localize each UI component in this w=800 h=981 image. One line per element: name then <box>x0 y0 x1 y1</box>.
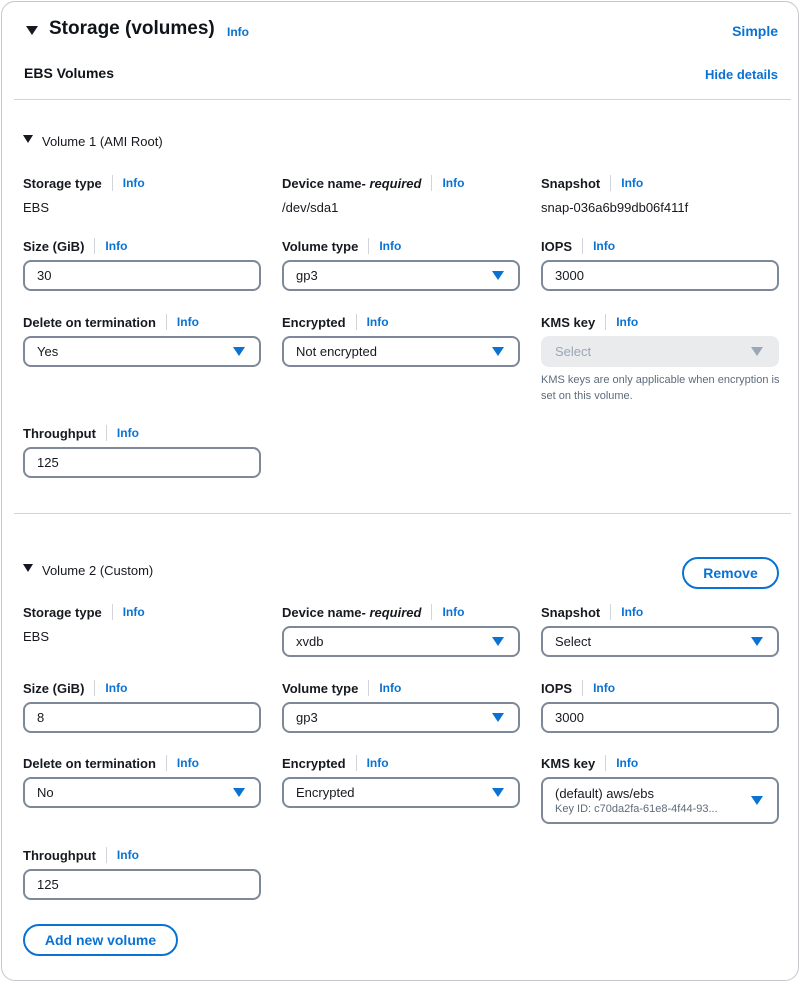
volume-type-select[interactable]: gp3 <box>282 260 520 291</box>
volume-1-caret-icon[interactable] <box>23 135 33 143</box>
throughput-info-link[interactable]: Info <box>117 848 139 862</box>
snapshot-select[interactable]: Select <box>541 626 779 657</box>
storage-type-value: EBS <box>23 629 50 644</box>
section-title: Storage (volumes) <box>49 18 215 39</box>
add-new-volume-button[interactable]: Add new volume <box>23 924 178 956</box>
dropdown-caret-icon <box>751 637 763 646</box>
hide-details-link[interactable]: Hide details <box>705 67 778 82</box>
delete-on-termination-info-link[interactable]: Info <box>177 315 199 329</box>
dropdown-caret-icon <box>233 347 245 356</box>
dropdown-caret-icon <box>492 788 504 797</box>
simple-view-link[interactable]: Simple <box>732 23 778 39</box>
kms-key-hint: KMS keys are only applicable when encryp… <box>541 374 780 402</box>
volume-type-info-link[interactable]: Info <box>379 681 401 695</box>
kms-key-select: Select <box>541 336 779 367</box>
iops-input[interactable]: 3000 <box>541 260 779 291</box>
size-info-link[interactable]: Info <box>105 681 127 695</box>
kms-key-label: KMS key Info <box>541 755 639 771</box>
size-label: Size (GiB) Info <box>23 238 128 254</box>
storage-type-label: Storage type Info <box>23 175 145 191</box>
kms-key-alias: (default) aws/ebs <box>555 786 654 801</box>
iops-info-link[interactable]: Info <box>593 681 615 695</box>
dropdown-caret-icon <box>492 713 504 722</box>
iops-label: IOPS Info <box>541 680 616 696</box>
throughput-info-link[interactable]: Info <box>117 426 139 440</box>
volume-type-select[interactable]: gp3 <box>282 702 520 733</box>
device-name-select[interactable]: xvdb <box>282 626 520 657</box>
device-name-label: Device name - required Info <box>282 604 465 620</box>
device-name-label: Device name - required Info <box>282 175 465 191</box>
divider <box>14 513 791 514</box>
storage-volumes-panel: Storage (volumes) Info Simple EBS Volume… <box>1 1 799 981</box>
kms-key-select[interactable]: (default) aws/ebs Key ID: c70da2fa-61e8-… <box>541 777 779 824</box>
storage-type-label: Storage type Info <box>23 604 145 620</box>
throughput-input[interactable]: 125 <box>23 869 261 900</box>
encrypted-label: Encrypted Info <box>282 755 389 771</box>
iops-input[interactable]: 3000 <box>541 702 779 733</box>
throughput-input[interactable]: 125 <box>23 447 261 478</box>
remove-volume-button[interactable]: Remove <box>682 557 779 589</box>
encrypted-info-link[interactable]: Info <box>367 756 389 770</box>
snapshot-label: Snapshot Info <box>541 175 644 191</box>
size-input[interactable]: 30 <box>23 260 261 291</box>
snapshot-label: Snapshot Info <box>541 604 644 620</box>
divider <box>14 99 791 100</box>
device-name-info-link[interactable]: Info <box>442 176 464 190</box>
device-name-info-link[interactable]: Info <box>442 605 464 619</box>
snapshot-info-link[interactable]: Info <box>621 176 643 190</box>
snapshot-info-link[interactable]: Info <box>621 605 643 619</box>
volume-type-info-link[interactable]: Info <box>379 239 401 253</box>
kms-key-label: KMS key Info <box>541 314 639 330</box>
storage-type-info-link[interactable]: Info <box>123 176 145 190</box>
encrypted-select[interactable]: Not encrypted <box>282 336 520 367</box>
volume-2-caret-icon[interactable] <box>23 564 33 572</box>
iops-info-link[interactable]: Info <box>593 239 615 253</box>
section-info-link[interactable]: Info <box>227 25 249 39</box>
encrypted-info-link[interactable]: Info <box>367 315 389 329</box>
dropdown-caret-icon <box>751 796 763 805</box>
volume-1-title[interactable]: Volume 1 (AMI Root) <box>42 134 163 149</box>
dropdown-caret-icon <box>492 347 504 356</box>
ebs-volumes-heading: EBS Volumes <box>24 65 114 81</box>
iops-label: IOPS Info <box>541 238 616 254</box>
delete-on-termination-info-link[interactable]: Info <box>177 756 199 770</box>
encrypted-select[interactable]: Encrypted <box>282 777 520 808</box>
dropdown-caret-icon <box>492 271 504 280</box>
dropdown-caret-icon <box>233 788 245 797</box>
device-name-value: /dev/sda1 <box>282 200 339 215</box>
kms-key-id: Key ID: c70da2fa-61e8-4f44-93... <box>555 803 718 815</box>
size-label: Size (GiB) Info <box>23 680 128 696</box>
encrypted-label: Encrypted Info <box>282 314 389 330</box>
size-info-link[interactable]: Info <box>105 239 127 253</box>
delete-on-termination-select[interactable]: Yes <box>23 336 261 367</box>
kms-key-info-link[interactable]: Info <box>616 756 638 770</box>
throughput-label: Throughput Info <box>23 847 139 863</box>
storage-type-info-link[interactable]: Info <box>123 605 145 619</box>
volume-type-label: Volume type Info <box>282 238 402 254</box>
delete-on-termination-select[interactable]: No <box>23 777 261 808</box>
volume-2-title[interactable]: Volume 2 (Custom) <box>42 563 153 578</box>
dropdown-caret-icon <box>492 637 504 646</box>
snapshot-value: snap-036a6b99db06f411f <box>541 200 689 215</box>
volume-type-label: Volume type Info <box>282 680 402 696</box>
size-input[interactable]: 8 <box>23 702 261 733</box>
storage-type-value: EBS <box>23 200 50 215</box>
dropdown-caret-icon <box>751 347 763 356</box>
collapse-caret-icon[interactable] <box>26 26 38 35</box>
delete-on-termination-label: Delete on termination Info <box>23 314 199 330</box>
kms-key-info-link[interactable]: Info <box>616 315 638 329</box>
throughput-label: Throughput Info <box>23 425 139 441</box>
delete-on-termination-label: Delete on termination Info <box>23 755 199 771</box>
